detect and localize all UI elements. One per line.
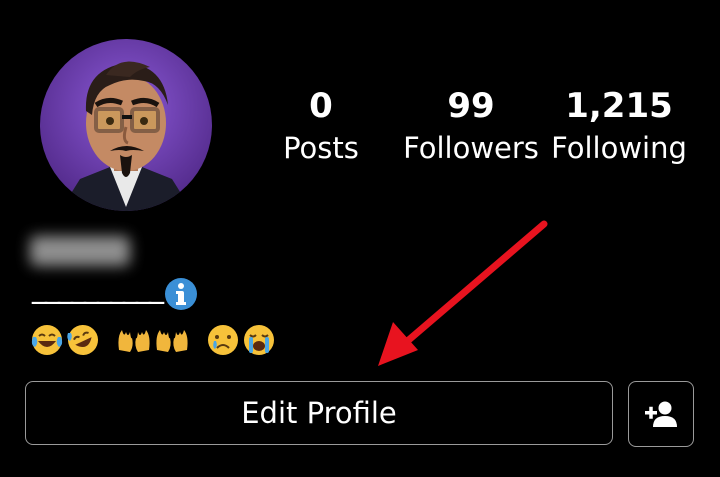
stat-following-count: 1,215 (565, 86, 673, 126)
stat-followers[interactable]: 99 Followers (396, 84, 546, 168)
loudly-crying-face-icon (244, 325, 274, 355)
edit-profile-button[interactable]: Edit Profile (25, 381, 613, 445)
stat-posts-label: Posts (283, 131, 359, 165)
avatar-image (40, 39, 212, 211)
profile-avatar[interactable] (40, 39, 212, 211)
stat-posts[interactable]: 0 Posts (246, 84, 396, 168)
stat-following[interactable]: 1,215 Following (544, 84, 694, 168)
edit-profile-label: Edit Profile (241, 396, 397, 430)
info-icon (165, 278, 197, 310)
stat-posts-count: 0 (309, 86, 333, 126)
raising-hands-icon (118, 330, 150, 352)
stat-followers-label: Followers (403, 131, 539, 165)
face-with-tears-of-joy-icon (31, 325, 63, 355)
bio-text: __________ (32, 270, 164, 305)
bio-line: __________ (32, 270, 198, 312)
stat-following-label: Following (551, 131, 687, 165)
stat-followers-count: 99 (447, 86, 495, 126)
redacted-display-name (30, 236, 130, 266)
raising-hands-icon (156, 330, 188, 352)
add-person-icon (645, 401, 677, 427)
discover-people-button[interactable] (628, 381, 694, 447)
crying-face-icon (208, 325, 238, 355)
bio-emoji-line (30, 320, 276, 360)
rolling-on-floor-laughing-icon (67, 325, 98, 355)
